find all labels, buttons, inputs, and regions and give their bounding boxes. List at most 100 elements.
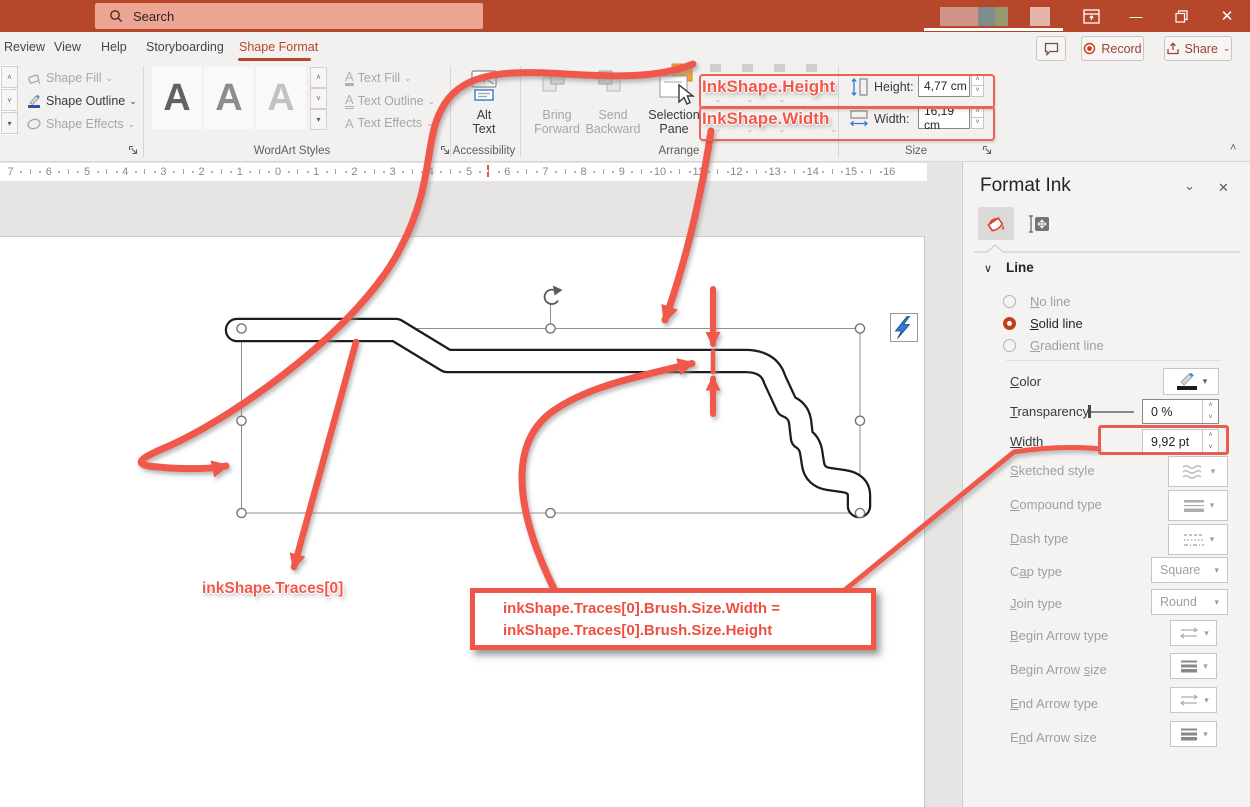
alt-text-button[interactable] bbox=[470, 70, 498, 102]
gallery-scroll-up-button[interactable]: ˄ bbox=[1, 66, 18, 88]
alt-text-label-2[interactable]: Text bbox=[473, 122, 496, 136]
shape-fill-icon bbox=[26, 70, 42, 86]
ruler[interactable]: 7654321012345678910111213141516 bbox=[0, 163, 927, 181]
ruler-dot bbox=[249, 171, 251, 173]
traces-annotation-label: inkShape.Traces[0] bbox=[202, 580, 343, 598]
transparency-slider-track[interactable] bbox=[1090, 411, 1134, 413]
wordart-scroll-down-button[interactable]: ˅ bbox=[310, 88, 327, 109]
restore-button[interactable] bbox=[1162, 0, 1200, 32]
ruler-dot bbox=[536, 171, 538, 173]
ink-swatch-1[interactable] bbox=[940, 7, 978, 26]
ruler-dot bbox=[784, 171, 786, 173]
gallery-more-button[interactable]: ▾ bbox=[1, 112, 18, 134]
pane-close-button[interactable]: ✕ bbox=[1218, 180, 1229, 196]
shape-styles-dialog-launcher[interactable] bbox=[128, 145, 138, 155]
wordart-dialog-launcher[interactable] bbox=[440, 145, 450, 155]
ruler-dot bbox=[765, 171, 767, 173]
ruler-number: 6 bbox=[504, 166, 510, 178]
compound-type-dropdown: ▾ bbox=[1168, 490, 1228, 521]
transparency-stepper[interactable]: ˄˅ bbox=[1202, 400, 1218, 423]
transparency-slider-thumb[interactable] bbox=[1088, 405, 1091, 418]
ruler-dot bbox=[803, 171, 805, 173]
fill-line-tab[interactable] bbox=[978, 207, 1014, 240]
begin-arrow-size-dropdown[interactable]: ▾ bbox=[1170, 653, 1217, 679]
text-fill-dropdown-icon: ⌄ bbox=[404, 74, 412, 83]
dash-type-dropdown: ▾ bbox=[1168, 524, 1228, 555]
ruler-dot bbox=[555, 171, 557, 173]
end-arrow-size-dropdown[interactable]: ▾ bbox=[1170, 721, 1217, 747]
begin-arrow-size-label: Begin Arrow size bbox=[1010, 662, 1107, 677]
selection-pane-label-1[interactable]: Selection bbox=[648, 108, 699, 122]
arrow-size-icon bbox=[1179, 659, 1199, 673]
wordart-scroll-up-button[interactable]: ˄ bbox=[310, 67, 327, 88]
ruler-dot bbox=[670, 171, 672, 173]
text-fill-label: Text Fill bbox=[358, 71, 400, 85]
ink-swatch-2[interactable] bbox=[978, 7, 995, 26]
comments-button[interactable] bbox=[1036, 36, 1066, 61]
compound-lines-icon bbox=[1182, 498, 1206, 514]
search-input[interactable]: Search bbox=[95, 3, 483, 29]
text-fill-icon: A bbox=[345, 70, 354, 86]
ink-color-button[interactable]: ▾ bbox=[1163, 368, 1219, 395]
ruler-dot bbox=[708, 171, 710, 173]
text-outline-icon: A bbox=[345, 93, 354, 109]
ruler-tick bbox=[641, 169, 642, 174]
scroll-up-icon: ˄ bbox=[7, 73, 12, 82]
tab-storyboarding[interactable]: Storyboarding bbox=[146, 32, 224, 62]
tab-view[interactable]: View bbox=[54, 32, 81, 62]
selection-pane-label-2[interactable]: Pane bbox=[659, 122, 688, 136]
ribbon-display-options-button[interactable] bbox=[1072, 0, 1110, 32]
ruler-dot bbox=[230, 171, 232, 173]
gallery-scroll-down-button[interactable]: ˅ bbox=[1, 89, 18, 111]
ruler-dot bbox=[517, 171, 519, 173]
selection-pane-button[interactable] bbox=[658, 62, 700, 106]
pane-tab-divider bbox=[974, 243, 1240, 255]
wordart-style-3[interactable]: A bbox=[256, 67, 306, 129]
ruler-tick bbox=[183, 169, 184, 174]
share-label: Share bbox=[1185, 42, 1218, 56]
line-section-header[interactable]: Line bbox=[1006, 260, 1034, 275]
alt-text-label-1[interactable]: Alt bbox=[477, 108, 492, 122]
shape-effects-icon bbox=[26, 116, 42, 132]
ruler-number: 13 bbox=[768, 166, 780, 178]
transparency-input[interactable]: 0 % ˄˅ bbox=[1142, 399, 1219, 424]
ruler-dot bbox=[459, 171, 461, 173]
size-dialog-launcher[interactable] bbox=[982, 145, 992, 155]
close-window-button[interactable]: ✕ bbox=[1208, 0, 1246, 32]
ruler-tick bbox=[450, 169, 451, 174]
ruler-tick bbox=[297, 169, 298, 174]
join-type-dropdown: Round ▾ bbox=[1151, 589, 1228, 615]
solid-line-radio[interactable] bbox=[1003, 317, 1016, 330]
tab-help[interactable]: Help bbox=[101, 32, 127, 62]
wordart-style-2[interactable]: A bbox=[204, 67, 254, 129]
share-dropdown-icon[interactable]: ⌄ bbox=[1223, 44, 1231, 53]
ruler-number: 1 bbox=[313, 166, 319, 178]
ruler-number: 0 bbox=[275, 166, 281, 178]
ruler-tick bbox=[221, 169, 222, 174]
transparency-label: Transparency bbox=[1010, 404, 1089, 419]
bring-forward-icon bbox=[540, 68, 568, 96]
shape-outline-button[interactable]: Shape Outline ⌄ bbox=[26, 93, 137, 109]
share-button[interactable]: Share ⌄ bbox=[1164, 36, 1232, 61]
sketched-style-dropdown: ▾ bbox=[1168, 456, 1228, 487]
record-button[interactable]: Record bbox=[1081, 36, 1144, 61]
search-icon bbox=[109, 9, 123, 23]
collapse-ribbon-button[interactable]: ˄ bbox=[1230, 142, 1236, 154]
solid-line-label[interactable]: Solid line bbox=[1030, 316, 1083, 331]
ink-swatch-4[interactable] bbox=[1030, 7, 1050, 26]
line-section-chevron-icon[interactable]: ∨ bbox=[984, 262, 992, 275]
ink-swatch-3[interactable] bbox=[995, 7, 1008, 26]
size-properties-tab[interactable] bbox=[1020, 207, 1056, 240]
pane-collapse-button[interactable]: ⌄ bbox=[1184, 178, 1195, 194]
minimize-button[interactable]: — bbox=[1117, 0, 1155, 32]
wordart-style-1[interactable]: A bbox=[152, 67, 202, 129]
ruler-cursor-mark bbox=[487, 172, 489, 177]
slide-canvas[interactable] bbox=[0, 236, 925, 807]
tab-review[interactable]: Review bbox=[4, 32, 45, 62]
paint-bucket-icon bbox=[985, 213, 1007, 235]
powerpoint-window: Search — ✕ Review View Help bbox=[0, 0, 1250, 807]
ruler-dot bbox=[97, 171, 99, 173]
wordart-more-button[interactable]: ▾ bbox=[310, 109, 327, 130]
bring-forward-label-2: Forward bbox=[534, 122, 580, 136]
brush-annotation-line-2: inkShape.Traces[0].Brush.Size.Height bbox=[503, 620, 871, 642]
